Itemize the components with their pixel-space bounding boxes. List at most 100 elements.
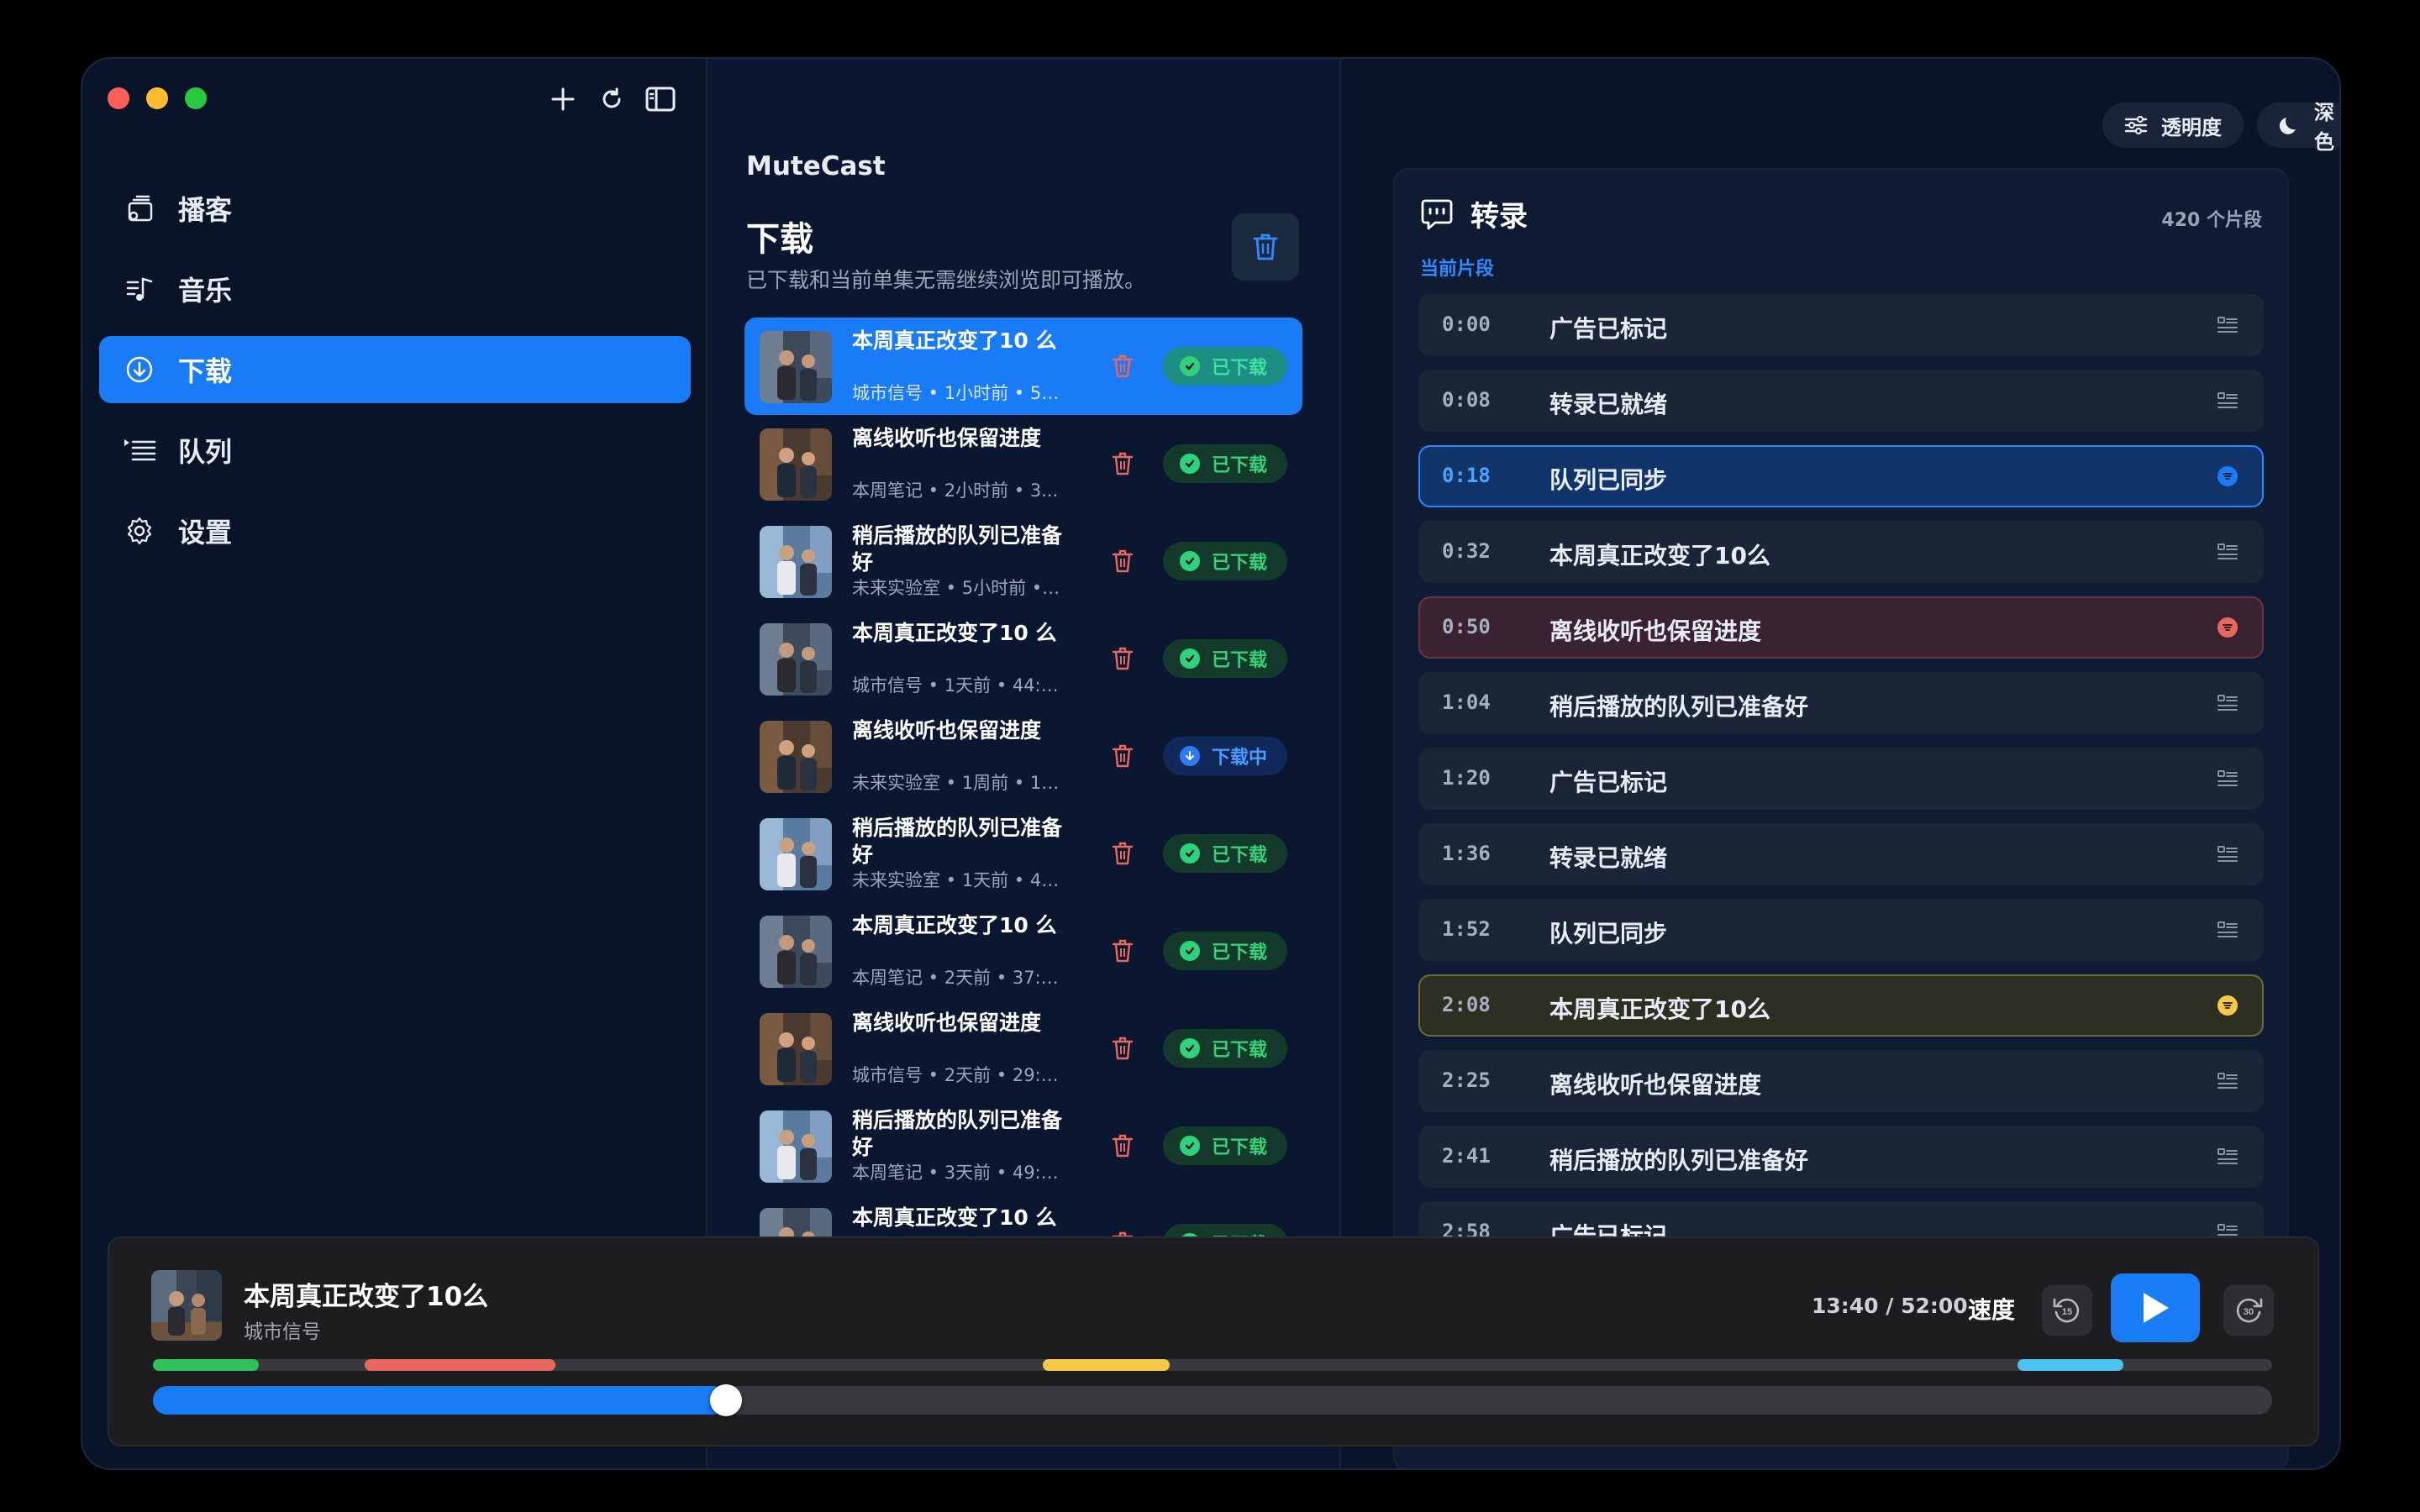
progress-fill [153, 1386, 726, 1415]
sidebar-item-queue[interactable]: 队列 [99, 417, 691, 484]
download-row[interactable]: 离线收听也保留进度 未来实验室 • 1周前 • 1:... 下载中 [744, 707, 1302, 805]
play-button[interactable] [2111, 1273, 2200, 1342]
segment-details-icon[interactable] [2215, 842, 2240, 867]
segment-text: 广告已标记 [1549, 769, 1668, 796]
segment-time: 0:00 [1442, 312, 1491, 336]
trash-icon [1112, 939, 1134, 963]
episode-title: 离线收听也保留进度 [852, 426, 1042, 450]
segment-flag-icon[interactable] [2215, 615, 2240, 640]
episode-title: 稍后播放的队列已准备好 [852, 523, 1062, 575]
episode-artwork [760, 623, 832, 696]
segment-details-icon[interactable] [2215, 766, 2240, 791]
transcript-segment[interactable]: 2:41 稍后播放的队列已准备好 [1418, 1126, 2264, 1188]
speed-button[interactable]: 速度 [1968, 1292, 2015, 1326]
zoom-window-button[interactable] [185, 87, 207, 109]
download-row[interactable]: 稍后播放的队列已准备好 未来实验室 • 1天前 • 46... 已下载 [744, 805, 1302, 902]
segment-time: 2:41 [1442, 1144, 1491, 1168]
delete-episode-button[interactable] [1107, 643, 1138, 674]
download-row[interactable]: 本周真正改变了10 么城市信号 • 1小时前 • 52... 已下载 [744, 318, 1302, 415]
transcript-segment[interactable]: 1:36 转录已就绪 [1418, 823, 2264, 885]
status-label: 已下载 [1212, 358, 1268, 379]
close-window-button[interactable] [108, 87, 129, 109]
transcript-segment[interactable]: 1:52 队列已同步 [1418, 899, 2264, 961]
progress-knob[interactable] [710, 1384, 742, 1416]
episode-meta: 本周笔记 • 2小时前 • 3... [852, 480, 1059, 501]
segment-text: 离线收听也保留进度 [1549, 617, 1762, 645]
segment-details-icon[interactable] [2215, 388, 2240, 413]
episode-title: 稍后播放的队列已准备好 [852, 816, 1062, 867]
minimize-window-button[interactable] [146, 87, 168, 109]
segment-details-icon[interactable] [2215, 917, 2240, 942]
segment-flag-icon[interactable] [2215, 993, 2240, 1018]
segment-time: 1:36 [1442, 842, 1491, 865]
chapter-marker-track [153, 1359, 2272, 1371]
sidebar-toggle-icon[interactable] [644, 82, 677, 116]
transcript-segment[interactable]: 0:08 转录已就绪 [1418, 370, 2264, 432]
segment-time: 1:20 [1442, 766, 1491, 790]
transcript-segment[interactable]: 0:32 本周真正改变了10么 [1418, 521, 2264, 583]
chapter-marker [365, 1359, 555, 1371]
downloading-icon [1180, 746, 1200, 766]
status-label: 已下载 [1212, 1137, 1268, 1158]
segment-count: 420 个片段 [2161, 210, 2262, 231]
download-status-badge: 已下载 [1163, 1126, 1287, 1165]
page-subtitle: 已下载和当前单集无需继续浏览即可播放。 [746, 268, 1146, 292]
check-circle-icon [1180, 356, 1200, 376]
download-row[interactable]: 稍后播放的队列已准备好 本周笔记 • 3天前 • 49:10 已下载 [744, 1097, 1302, 1194]
delete-episode-button[interactable] [1107, 546, 1138, 576]
status-label: 已下载 [1212, 845, 1268, 866]
sidebar-item-settings[interactable]: 设置 [99, 497, 691, 564]
sidebar-item-downloads[interactable]: 下载 [99, 336, 691, 403]
sidebar-item-podcasts[interactable]: 播客 [99, 175, 691, 242]
episode-title: 稍后播放的队列已准备好 [852, 1108, 1062, 1159]
theme-button[interactable]: 深色 [2257, 101, 2339, 154]
sidebar-item-music[interactable]: 音乐 [99, 255, 691, 323]
delete-all-button[interactable] [1232, 213, 1299, 281]
delete-episode-button[interactable] [1107, 351, 1138, 381]
download-row[interactable]: 本周真正改变了10 么本周笔记 • 2天前 • 37:45 已下载 [744, 902, 1302, 1000]
segment-details-icon[interactable] [2215, 1068, 2240, 1094]
delete-episode-button[interactable] [1107, 449, 1138, 479]
segment-details-icon[interactable] [2215, 1144, 2240, 1169]
transcript-segment[interactable]: 2:08 本周真正改变了10么 [1418, 974, 2264, 1037]
delete-episode-button[interactable] [1107, 1033, 1138, 1063]
download-row[interactable]: 稍后播放的队列已准备好 未来实验室 • 5小时前 • ... 已下载 [744, 512, 1302, 610]
skip-back-15-button[interactable]: 15 [2042, 1285, 2092, 1336]
segment-details-icon[interactable] [2215, 539, 2240, 564]
delete-episode-button[interactable] [1107, 1131, 1138, 1161]
download-row[interactable]: 离线收听也保留进度 城市信号 • 2天前 • 29:30 已下载 [744, 1000, 1302, 1097]
transcript-segment[interactable]: 0:50 离线收听也保留进度 [1418, 596, 2264, 659]
segment-flag-icon[interactable] [2215, 464, 2240, 489]
transcript-segment[interactable]: 0:18 队列已同步 [1418, 445, 2264, 507]
sliders-icon [2124, 114, 2148, 136]
segment-details-icon[interactable] [2215, 312, 2240, 338]
current-segment-link[interactable]: 当前片段 [1420, 254, 1494, 281]
download-status-badge: 已下载 [1163, 542, 1287, 580]
trash-icon [1112, 647, 1134, 670]
delete-episode-button[interactable] [1107, 838, 1138, 869]
check-circle-icon [1180, 648, 1200, 669]
sidebar-nav: 播客 音乐 下载 队列 设置 [99, 175, 691, 578]
skip-forward-30-button[interactable]: 30 [2223, 1285, 2274, 1336]
add-icon[interactable] [546, 82, 580, 116]
segment-text: 队列已同步 [1549, 920, 1668, 948]
transcript-segment[interactable]: 1:20 广告已标记 [1418, 748, 2264, 810]
segment-details-icon[interactable] [2215, 690, 2240, 716]
episode-artwork [760, 428, 832, 501]
progress-slider[interactable] [153, 1384, 2272, 1416]
refresh-icon[interactable] [595, 82, 629, 116]
segment-time: 0:32 [1442, 539, 1491, 563]
delete-episode-button[interactable] [1107, 936, 1138, 966]
opacity-button[interactable]: 透明度 [2102, 102, 2244, 148]
transcript-segment[interactable]: 2:25 离线收听也保留进度 [1418, 1050, 2264, 1112]
chapter-marker [153, 1359, 259, 1371]
download-row[interactable]: 离线收听也保留进度 本周笔记 • 2小时前 • 3... 已下载 [744, 415, 1302, 512]
delete-episode-button[interactable] [1107, 741, 1138, 771]
segment-time: 0:18 [1442, 464, 1491, 487]
segment-text: 本周真正改变了10么 [1549, 542, 1770, 570]
download-row[interactable]: 本周真正改变了10 么城市信号 • 1天前 • 44:40 已下载 [744, 610, 1302, 707]
episode-artwork [760, 721, 832, 793]
episode-title: 离线收听也保留进度 [852, 718, 1042, 743]
transcript-segment[interactable]: 1:04 稍后播放的队列已准备好 [1418, 672, 2264, 734]
transcript-segment[interactable]: 0:00 广告已标记 [1418, 294, 2264, 356]
